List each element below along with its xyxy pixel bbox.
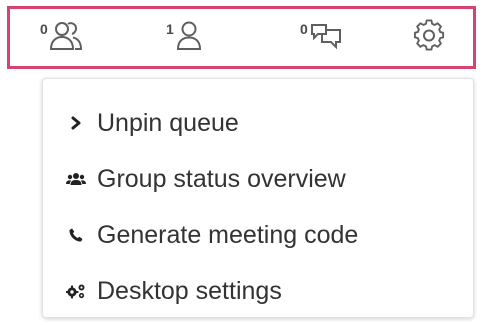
assigned-button[interactable]: 1 xyxy=(166,19,205,59)
settings-button[interactable] xyxy=(414,19,446,59)
menu-item-label: Desktop settings xyxy=(97,276,282,305)
menu-item-label: Generate meeting code xyxy=(97,220,359,249)
chat-bubbles-icon xyxy=(310,24,341,50)
chat-button[interactable]: 0 xyxy=(300,19,343,59)
menu-item-label: Unpin queue xyxy=(97,108,239,137)
gear-icon xyxy=(414,19,445,51)
users-icon xyxy=(49,22,82,50)
menu-item-group-status[interactable]: Group status overview xyxy=(65,159,346,199)
chat-count: 0 xyxy=(300,21,308,37)
menu-item-desktop-settings[interactable]: Desktop settings xyxy=(65,271,282,311)
queue-button[interactable]: 0 xyxy=(40,19,83,59)
menu-item-generate-meeting-code[interactable]: Generate meeting code xyxy=(65,215,358,255)
dropdown-menu: Unpin queue Group status overview Genera… xyxy=(42,78,474,318)
menu-item-label: Group status overview xyxy=(97,164,346,193)
queue-count: 0 xyxy=(40,21,48,37)
assigned-count: 1 xyxy=(166,21,174,37)
phone-icon xyxy=(65,224,87,246)
user-icon xyxy=(176,21,201,50)
top-toolbar: 0 1 0 xyxy=(7,6,476,69)
cogs-icon xyxy=(65,280,87,302)
menu-item-unpin-queue[interactable]: Unpin queue xyxy=(65,103,239,143)
chevron-right-icon xyxy=(65,112,87,134)
users-icon xyxy=(65,168,87,190)
